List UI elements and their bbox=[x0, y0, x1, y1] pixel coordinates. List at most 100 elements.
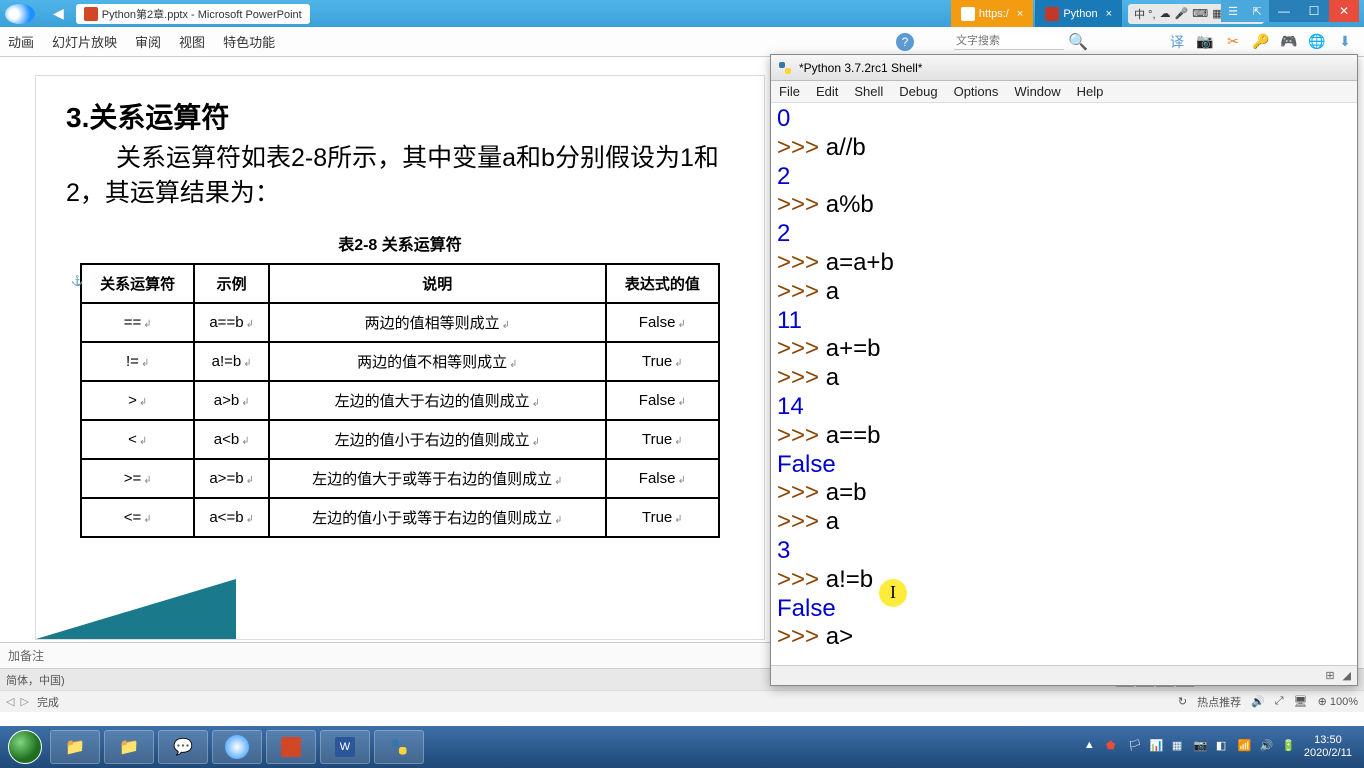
taskbar-word[interactable]: W bbox=[320, 730, 370, 764]
start-button[interactable] bbox=[4, 726, 46, 768]
taskbar-folder2[interactable]: 📁 bbox=[104, 730, 154, 764]
network-icon[interactable]: 🌐 bbox=[1308, 33, 1326, 51]
text-cursor-highlight: I bbox=[879, 579, 907, 607]
taskbar-wechat[interactable]: 💬 bbox=[158, 730, 208, 764]
notes-pane[interactable]: 加备注 bbox=[0, 642, 770, 668]
idle-title-text: *Python 3.7.2rc1 Shell* bbox=[799, 61, 922, 75]
slide-content[interactable]: 3.关系运算符 关系运算符如表2-8所示，其中变量a和b分别假设为1和2，其运算… bbox=[35, 75, 765, 640]
scissors-icon[interactable]: ✂ bbox=[1224, 33, 1242, 51]
close-window-button[interactable] bbox=[1329, 0, 1359, 22]
tray-shield-icon[interactable]: ⬟ bbox=[1106, 739, 1122, 755]
table-cell: False↲ bbox=[606, 381, 719, 420]
zoom-100[interactable]: ⊕ 100% bbox=[1318, 695, 1358, 708]
key-icon[interactable]: 🔑 bbox=[1252, 33, 1270, 51]
table-cell: False↲ bbox=[606, 303, 719, 342]
menu-help[interactable]: Help bbox=[1077, 84, 1104, 99]
tray-chart-icon[interactable]: 📊 bbox=[1150, 739, 1166, 755]
tray-camera-icon[interactable]: 📷 bbox=[1194, 739, 1210, 755]
browser-icon bbox=[225, 735, 249, 759]
ribbon-tab-view[interactable]: 视图 bbox=[179, 32, 205, 51]
menu-shell[interactable]: Shell bbox=[854, 84, 883, 99]
table-cell: True↲ bbox=[606, 498, 719, 537]
tray-flag-icon[interactable]: 🏳 bbox=[1128, 739, 1144, 755]
refresh-icon[interactable]: ↻ bbox=[1178, 695, 1187, 708]
browser-tab-1[interactable]: https:/ × bbox=[951, 0, 1033, 27]
idle-status-bar: ⊞ ◢ bbox=[771, 665, 1357, 685]
taskbar-explorer[interactable]: 📁 bbox=[50, 730, 100, 764]
idle-title-bar[interactable]: *Python 3.7.2rc1 Shell* bbox=[771, 55, 1357, 81]
tray-up-icon[interactable]: ▲ bbox=[1084, 739, 1100, 755]
idle-line: >>> a> bbox=[777, 623, 1351, 652]
close-tab-icon[interactable]: × bbox=[1017, 8, 1023, 20]
windows-taskbar: 📁 📁 💬 W ▲ ⬟ 🏳 📊 ▦ 📷 ◧ 📶 🔊 🔋 13:50 2020/2… bbox=[0, 726, 1364, 768]
ribbon-tab-animation[interactable]: 动画 bbox=[8, 32, 34, 51]
table-row: >=↲a>=b↲左边的值大于或等于右边的值则成立↲False↲ bbox=[81, 459, 719, 498]
help-icon[interactable]: ? bbox=[896, 33, 914, 51]
slide-pane: 3.关系运算符 关系运算符如表2-8所示，其中变量a和b分别假设为1和2，其运算… bbox=[0, 57, 770, 642]
minimize-button[interactable] bbox=[1269, 0, 1299, 22]
hot-recommend[interactable]: 热点推荐 bbox=[1197, 694, 1241, 710]
taskbar-powerpoint[interactable] bbox=[266, 730, 316, 764]
operators-table: 关系运算符 示例 说明 表达式的值 ==↲a==b↲两边的值相等则成立↲Fals… bbox=[80, 263, 720, 538]
python-idle-window[interactable]: *Python 3.7.2rc1 Shell* File Edit Shell … bbox=[770, 54, 1358, 686]
menu-file[interactable]: File bbox=[779, 84, 800, 99]
nav-prev-icon[interactable]: ◁ bbox=[6, 695, 14, 708]
table-cell: ==↲ bbox=[81, 303, 194, 342]
window-menu-icon[interactable]: ☰ bbox=[1221, 0, 1245, 22]
ribbon-tab-features[interactable]: 特色功能 bbox=[223, 32, 275, 51]
window-pin-icon[interactable]: ⇱ bbox=[1245, 0, 1269, 22]
th-value: 表达式的值 bbox=[606, 264, 719, 303]
tray-volume-icon[interactable]: 🔊 bbox=[1260, 739, 1276, 755]
table-cell: a<=b↲ bbox=[194, 498, 269, 537]
document-tab[interactable]: Python第2章.pptx - Microsoft PowerPoint bbox=[76, 4, 310, 24]
table-cell: 左边的值大于右边的值则成立↲ bbox=[269, 381, 606, 420]
idle-resize-icon[interactable]: ◢ bbox=[1343, 669, 1351, 682]
ribbon-bar: 动画 幻灯片放映 审阅 视图 特色功能 ? 🔍 译 📷 ✂ 🔑 🎮 🌐 ⬇ bbox=[0, 27, 1364, 57]
nav-back-icon[interactable]: ◀ bbox=[53, 5, 64, 22]
menu-options[interactable]: Options bbox=[954, 84, 999, 99]
th-example: 示例 bbox=[194, 264, 269, 303]
taskbar-browser[interactable] bbox=[212, 730, 262, 764]
menu-window[interactable]: Window bbox=[1014, 84, 1060, 99]
speaker-icon[interactable]: 🔊 bbox=[1251, 695, 1265, 708]
screenshot-icon[interactable]: 📷 bbox=[1196, 33, 1214, 51]
search-input[interactable] bbox=[954, 33, 1064, 50]
browser-logo-icon bbox=[5, 4, 35, 24]
tray-battery-icon[interactable]: 🔋 bbox=[1282, 739, 1298, 755]
idle-text-area[interactable]: 0>>> a//b2>>> a%b2>>> a=a+b>>> a11>>> a+… bbox=[771, 103, 1357, 665]
idle-line: 0 bbox=[777, 105, 1351, 134]
tray-app-icon[interactable]: ▦ bbox=[1172, 739, 1188, 755]
powerpoint-icon bbox=[84, 7, 98, 21]
ribbon-tab-review[interactable]: 审阅 bbox=[135, 32, 161, 51]
idle-grip-icon: ⊞ bbox=[1325, 669, 1334, 682]
menu-edit[interactable]: Edit bbox=[816, 84, 838, 99]
system-tray: ▲ ⬟ 🏳 📊 ▦ 📷 ◧ 📶 🔊 🔋 13:50 2020/2/11 bbox=[1084, 734, 1360, 760]
taskbar-python[interactable] bbox=[374, 730, 424, 764]
slide-body-text: 关系运算符如表2-8所示，其中变量a和b分别假设为1和2，其运算结果为： bbox=[66, 141, 734, 211]
idle-line: >>> a!=b bbox=[777, 566, 1351, 595]
tray-network-icon[interactable]: 📶 bbox=[1238, 739, 1254, 755]
nav-next-icon[interactable]: ▷ bbox=[20, 695, 28, 708]
table-cell: True↲ bbox=[606, 342, 719, 381]
secondary-status-bar: ◁ ▷ 完成 ↻ 热点推荐 🔊 ⤢ 🖥 ⊕ 100% bbox=[0, 690, 1364, 712]
menu-debug[interactable]: Debug bbox=[899, 84, 937, 99]
keyboard-icon: ⌨ bbox=[1192, 7, 1208, 20]
tray-misc-icon[interactable]: ◧ bbox=[1216, 739, 1232, 755]
search-icon[interactable]: 🔍 bbox=[1068, 32, 1088, 52]
folder-icon: 📁 bbox=[119, 737, 139, 757]
translate-icon[interactable]: 译 bbox=[1168, 33, 1186, 51]
table-cell: >↲ bbox=[81, 381, 194, 420]
monitor-icon[interactable]: 🖥 bbox=[1294, 695, 1308, 708]
download-icon[interactable]: ⬇ bbox=[1336, 33, 1354, 51]
ribbon-tab-slideshow[interactable]: 幻灯片放映 bbox=[52, 32, 117, 51]
close-tab-icon[interactable]: × bbox=[1106, 8, 1112, 20]
gamepad-icon[interactable]: 🎮 bbox=[1280, 33, 1298, 51]
language-status: 简体，中国) bbox=[6, 672, 65, 688]
status-done: 完成 bbox=[37, 694, 59, 710]
maximize-button[interactable] bbox=[1299, 0, 1329, 22]
expand-icon[interactable]: ⤢ bbox=[1275, 695, 1284, 708]
slide-heading: 3.关系运算符 bbox=[66, 96, 734, 136]
tray-clock[interactable]: 13:50 2020/2/11 bbox=[1304, 734, 1352, 760]
table-cell: 两边的值相等则成立↲ bbox=[269, 303, 606, 342]
browser-tab-2[interactable]: Python × bbox=[1035, 0, 1122, 27]
